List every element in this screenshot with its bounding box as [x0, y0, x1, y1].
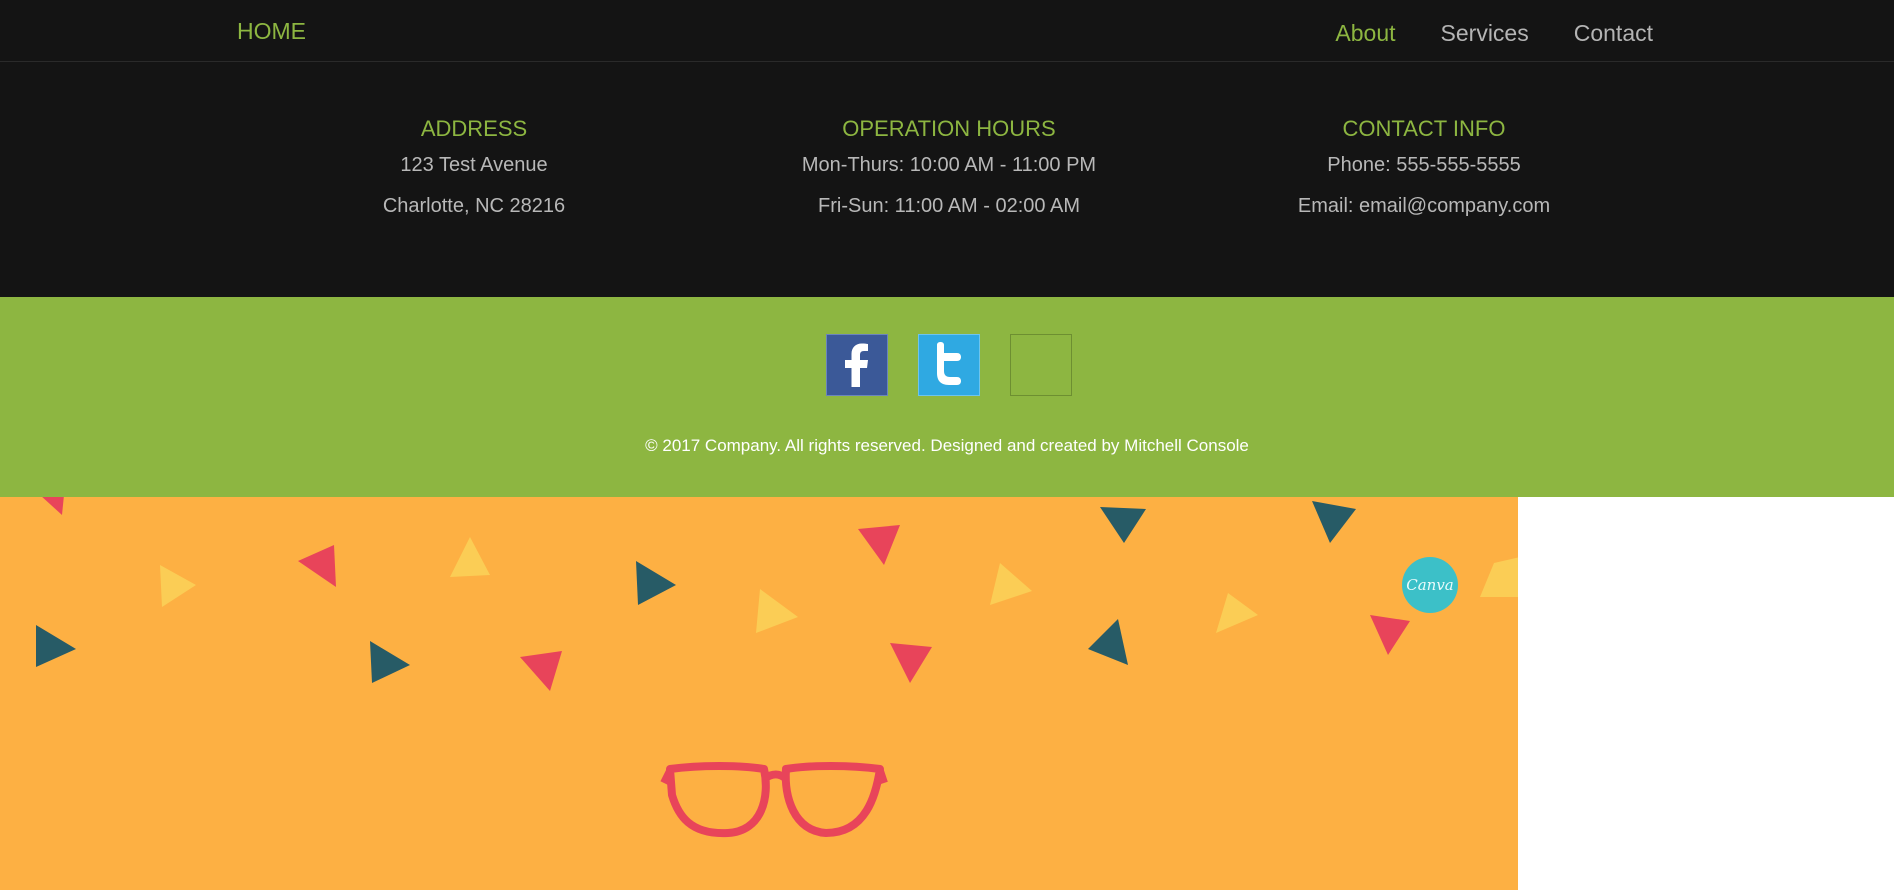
top-navbar: HOME About Services Contact: [0, 0, 1894, 62]
canva-badge: Canva: [1402, 557, 1458, 613]
empty-social-icon[interactable]: [1010, 334, 1072, 396]
hours-column: OPERATION HOURS Mon-Thurs: 10:00 AM - 11…: [739, 114, 1159, 234]
hours-line-2: Fri-Sun: 11:00 AM - 02:00 AM: [818, 195, 1080, 217]
phone-line: Phone: 555-555-5555: [1327, 154, 1521, 176]
hours-title: OPERATION HOURS: [842, 116, 1056, 141]
contact-title: CONTACT INFO: [1342, 116, 1506, 141]
address-line-2: Charlotte, NC 28216: [382, 195, 566, 217]
glasses-illustration: [660, 762, 888, 838]
social-icons: [826, 334, 1072, 396]
copyright-text: © 2017 Company. All rights reserved. Des…: [645, 436, 1249, 455]
address-column: ADDRESS 123 Test Avenue Charlotte, NC 28…: [264, 114, 684, 234]
address-title: ADDRESS: [420, 116, 528, 141]
nav-links: About Services Contact: [1335, 20, 1653, 47]
info-section: ADDRESS 123 Test Avenue Charlotte, NC 28…: [0, 62, 1894, 297]
facebook-icon[interactable]: [826, 334, 888, 396]
confetti-pattern: [36, 497, 1518, 838]
confetti-triangles: [36, 497, 1518, 691]
email-line[interactable]: Email: email@company.com: [1214, 193, 1634, 220]
nav-link-about[interactable]: About: [1335, 20, 1395, 47]
nav-link-contact[interactable]: Contact: [1574, 20, 1653, 47]
confetti-banner-image: Canva: [0, 497, 1518, 890]
address-line-1: 123 Test Avenue: [400, 154, 548, 176]
nav-link-services[interactable]: Services: [1441, 20, 1529, 47]
social-footer: © 2017 Company. All rights reserved. Des…: [0, 297, 1894, 497]
twitter-icon[interactable]: [918, 334, 980, 396]
hours-line-1: Mon-Thurs: 10:00 AM - 11:00 PM: [801, 154, 1097, 176]
home-link[interactable]: HOME: [237, 18, 306, 45]
contact-column: CONTACT INFO Phone: 555-555-5555 Email: …: [1214, 114, 1634, 234]
